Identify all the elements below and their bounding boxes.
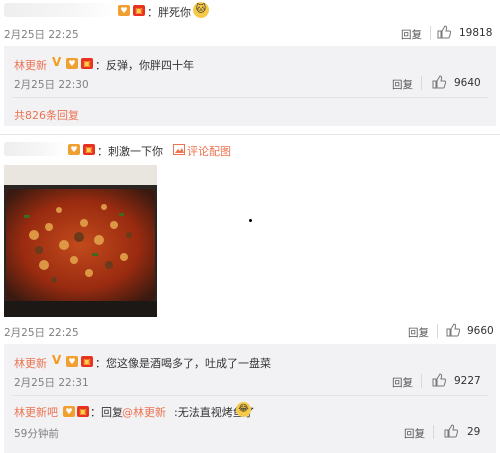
username-blurred[interactable] bbox=[4, 3, 116, 17]
divider bbox=[421, 374, 422, 388]
reply-text: ：您这像是酒喝多了，吐成了一盘菜 bbox=[95, 357, 271, 370]
reply-text: ：反弹，你胖四十年 bbox=[95, 59, 194, 72]
reply-button[interactable]: 回复 bbox=[408, 325, 429, 340]
comment-photo[interactable] bbox=[4, 165, 157, 317]
reply-time: 2月25日 22:30 bbox=[14, 79, 89, 91]
comment-text: ：胖死你 bbox=[147, 6, 191, 19]
cat-emoji-icon: 🐱 bbox=[193, 2, 209, 18]
red-envelope-icon: ▣ bbox=[77, 406, 89, 417]
comment-time: 2月25日 22:25 bbox=[4, 327, 79, 339]
view-all-replies-link[interactable]: 共826条回复 bbox=[14, 107, 79, 123]
thumb-up-icon[interactable] bbox=[437, 25, 451, 39]
divider bbox=[12, 395, 488, 396]
heart-badge-icon: ♥ bbox=[63, 406, 75, 417]
red-envelope-icon: ▣ bbox=[133, 5, 145, 16]
reply-author[interactable]: 林更新吧 bbox=[14, 404, 58, 420]
image-icon bbox=[173, 144, 185, 155]
divider bbox=[433, 425, 434, 439]
verified-v-icon: V bbox=[52, 55, 62, 69]
comment-time: 2月25日 22:25 bbox=[4, 29, 79, 41]
verified-v-icon: V bbox=[52, 353, 62, 367]
laugh-emoji-icon: 😂 bbox=[236, 402, 251, 417]
username-blurred[interactable] bbox=[4, 142, 66, 156]
like-count: 9660 bbox=[467, 325, 494, 337]
red-envelope-icon: ▣ bbox=[83, 144, 95, 155]
reply-prefix: ：回复 bbox=[90, 406, 123, 419]
heart-badge-icon: ♥ bbox=[118, 5, 130, 16]
divider bbox=[437, 324, 438, 338]
divider bbox=[421, 76, 422, 90]
thumb-up-icon[interactable] bbox=[444, 424, 458, 438]
reply-author[interactable]: 林更新 bbox=[14, 57, 47, 73]
reply-button[interactable]: 回复 bbox=[401, 27, 422, 42]
mention-link[interactable]: @林更新 bbox=[122, 404, 166, 420]
comment-image-link[interactable]: 评论配图 bbox=[187, 143, 231, 159]
reply-button[interactable]: 回复 bbox=[392, 375, 413, 390]
red-envelope-icon: ▣ bbox=[81, 356, 93, 367]
red-envelope-icon: ▣ bbox=[81, 58, 93, 69]
heart-badge-icon: ♥ bbox=[66, 356, 78, 367]
reply-time: 59分钟前 bbox=[14, 428, 59, 440]
divider bbox=[0, 134, 500, 135]
thumb-up-icon[interactable] bbox=[432, 75, 446, 89]
reply-author[interactable]: 林更新 bbox=[14, 355, 47, 371]
thumb-up-icon[interactable] bbox=[446, 323, 460, 337]
reply-button[interactable]: 回复 bbox=[404, 426, 425, 441]
divider bbox=[430, 26, 431, 40]
comment-text: ：刺激一下你 bbox=[97, 145, 163, 158]
like-count: 9640 bbox=[454, 77, 481, 89]
like-count: 9227 bbox=[454, 375, 481, 387]
like-count: 29 bbox=[467, 426, 481, 438]
heart-badge-icon: ♥ bbox=[68, 144, 80, 155]
thumb-up-icon[interactable] bbox=[432, 373, 446, 387]
reply-time: 2月25日 22:31 bbox=[14, 377, 89, 389]
like-count: 19818 bbox=[459, 27, 493, 39]
reply-button[interactable]: 回复 bbox=[392, 77, 413, 92]
heart-badge-icon: ♥ bbox=[66, 58, 78, 69]
divider bbox=[12, 97, 488, 98]
cursor-dot bbox=[249, 219, 252, 222]
